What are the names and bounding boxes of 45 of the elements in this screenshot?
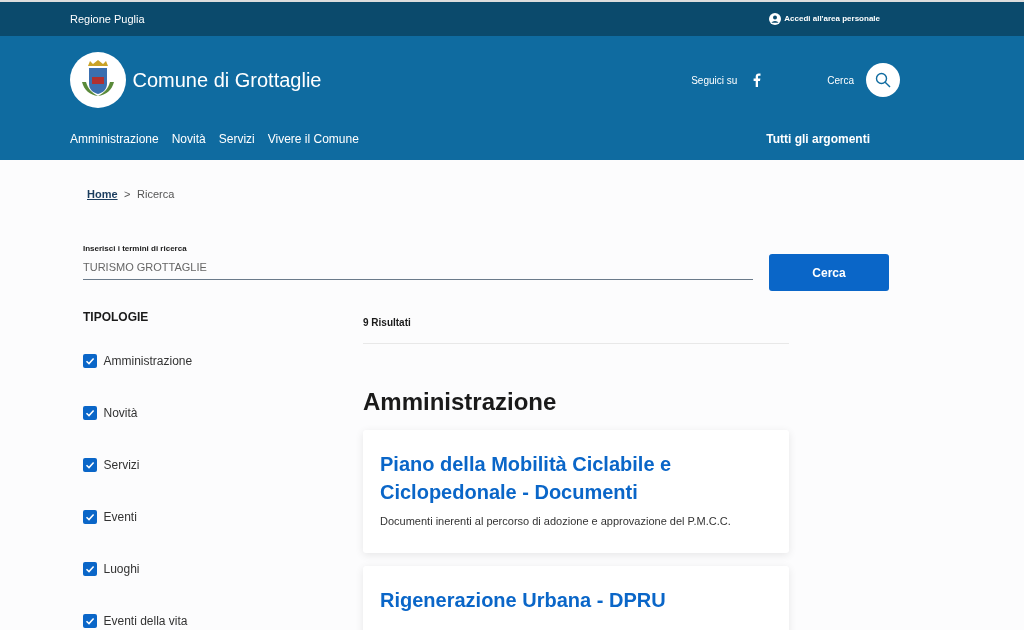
result-title-link[interactable]: Rigenerazione Urbana - DPRU xyxy=(380,586,772,614)
breadcrumb-separator: > xyxy=(124,187,131,202)
checkbox-label: Amministrazione xyxy=(103,353,193,370)
section-heading: Amministrazione xyxy=(363,387,558,417)
checkbox-label: Eventi della vita xyxy=(103,613,188,630)
check-icon xyxy=(85,564,95,574)
checkbox[interactable] xyxy=(83,510,97,524)
check-icon xyxy=(85,616,95,626)
result-description: Documenti inerenti al percorso di adozione e approvazione del P.M.C.C. xyxy=(380,513,732,529)
nav-link[interactable]: Servizi xyxy=(218,130,255,148)
breadcrumb-link[interactable]: Home xyxy=(87,186,118,203)
search-button[interactable]: Cerca xyxy=(769,254,889,291)
nav-link[interactable]: Novità xyxy=(171,130,206,148)
all-topics-link[interactable]: Tutti gli argomenti xyxy=(766,130,870,148)
search-label: Cerca xyxy=(827,73,854,88)
checkbox-label: Eventi xyxy=(103,509,137,526)
checkbox-label: Servizi xyxy=(103,457,140,474)
search-input[interactable]: TURISMO GROTTAGLIE xyxy=(83,254,753,280)
checkbox-label: Novità xyxy=(103,405,138,422)
breadcrumb-current: Ricerca xyxy=(137,187,175,202)
social-label: Seguici su xyxy=(691,73,738,88)
result-title-link[interactable]: Piano della Mobilità Ciclabile e Ciclopedonale - Documenti xyxy=(380,450,772,506)
checkbox[interactable] xyxy=(83,614,97,628)
search-icon xyxy=(875,72,891,88)
checkbox-label: Luoghi xyxy=(103,561,140,578)
checkbox[interactable] xyxy=(83,406,97,420)
checkbox[interactable] xyxy=(83,562,97,576)
filter-title: TIPOLOGIE xyxy=(83,309,150,326)
coat-of-arms-icon xyxy=(70,52,126,108)
search-button[interactable] xyxy=(866,63,900,97)
nav-link[interactable]: Amministrazione xyxy=(70,130,159,148)
check-icon xyxy=(85,512,95,522)
user-icon xyxy=(769,13,781,25)
login-link[interactable]: Accedi all'area personale xyxy=(784,13,880,25)
checkbox[interactable] xyxy=(83,458,97,472)
facebook-icon[interactable] xyxy=(753,73,762,87)
site-title[interactable]: Comune di Grottaglie xyxy=(132,65,322,95)
search-field-label: Inserisci i termini di ricerca xyxy=(83,242,188,255)
check-icon xyxy=(85,356,95,366)
check-icon xyxy=(85,408,95,418)
nav-link[interactable]: Vivere il Comune xyxy=(267,130,359,148)
region-link[interactable]: Regione Puglia xyxy=(70,10,145,28)
check-icon xyxy=(85,460,95,470)
results-count: 9 Risultati xyxy=(363,308,789,344)
checkbox[interactable] xyxy=(83,354,97,368)
